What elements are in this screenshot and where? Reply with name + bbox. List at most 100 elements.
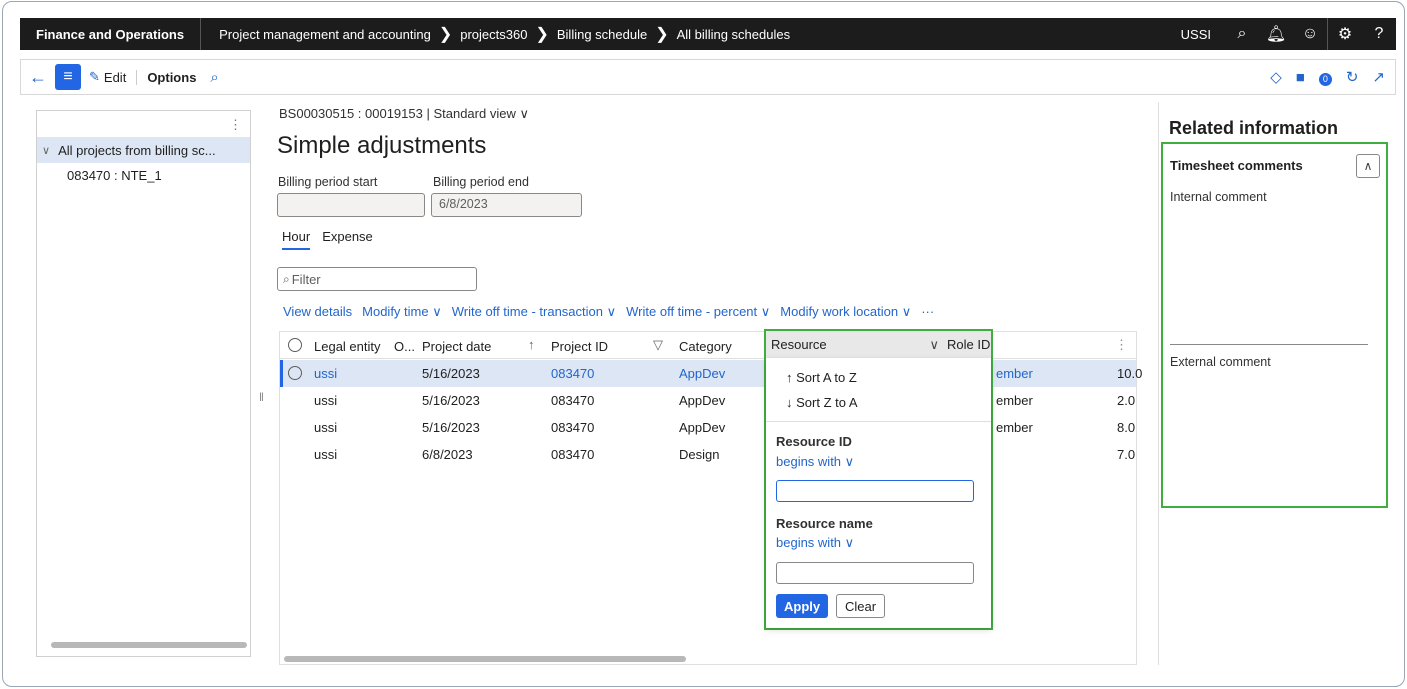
column-options-icon[interactable]: ⋮ [1115, 337, 1128, 353]
cell-legal-entity[interactable]: ussi [314, 366, 337, 381]
edit-label: Edit [103, 69, 127, 85]
action-search-icon[interactable]: ⌕ [210, 69, 218, 86]
sort-a-to-z-option[interactable]: ↑ Sort A to Z [786, 370, 857, 385]
timesheet-comments-header[interactable]: Timesheet comments [1170, 158, 1303, 173]
table-row[interactable]: ussi 5/16/2023 083470 AppDev ember 10.0 [280, 360, 1142, 387]
resource-column-header[interactable]: Resource ∨ Role ID [766, 331, 991, 358]
arrow-up-icon: ↑ [786, 370, 793, 385]
refresh-icon[interactable]: ↻ [1346, 68, 1359, 86]
table-row[interactable]: ussi 5/16/2023 083470 AppDev ember 8.0 [280, 414, 1136, 441]
gear-icon[interactable]: ⚙ [1328, 24, 1362, 44]
chevron-down-icon[interactable]: ∨ [519, 106, 529, 121]
breadcrumb-item[interactable]: All billing schedules [677, 27, 790, 42]
write-off-transaction-button[interactable]: Write off time - transaction ∨ [452, 304, 616, 320]
grid-header-row: Legal entity O... Project date ↑ Project… [280, 332, 1136, 359]
tab-hour[interactable]: Hour [282, 229, 311, 250]
options-button[interactable]: Options [136, 69, 196, 85]
cell-role-id[interactable]: ember [996, 366, 1033, 381]
billing-start-field[interactable] [277, 193, 425, 217]
sort-z-to-a-option[interactable]: ↓ Sort Z to A [786, 395, 858, 410]
column-header-project-date[interactable]: Project date [422, 339, 491, 354]
attachments-icon[interactable]: 0 [1318, 69, 1332, 86]
view-details-button[interactable]: View details [283, 304, 352, 320]
cell-quantity: 2.0 [1117, 393, 1136, 408]
breadcrumb-separator-icon: ❯ [535, 26, 549, 43]
horizontal-scrollbar[interactable] [51, 642, 247, 648]
column-header-category[interactable]: Category [679, 339, 732, 354]
cell-project-date: 5/16/2023 [422, 366, 480, 381]
action-right-tools: ◇ ■ 0 ↻ ↗ [1270, 68, 1385, 87]
filter-placeholder: Filter [291, 271, 321, 287]
bell-icon[interactable]: 🔔︎ [1259, 24, 1293, 44]
hamburger-menu-icon[interactable]: ≡ [55, 64, 81, 90]
external-comment-label: External comment [1170, 355, 1271, 369]
search-icon[interactable]: ⌕ [1225, 25, 1259, 43]
help-icon[interactable]: ? [1362, 25, 1396, 43]
chevron-down-icon: ∨ [844, 535, 855, 550]
apply-button[interactable]: Apply [776, 594, 829, 618]
billing-end-field[interactable]: 6/8/2023 [431, 193, 582, 217]
action-pane: ← ≡ ✎ Edit Options ⌕ ◇ ■ 0 ↻ ↗ [20, 59, 1396, 95]
breadcrumb-item[interactable]: projects360 [460, 27, 527, 42]
breadcrumb-item[interactable]: Billing schedule [557, 27, 647, 42]
resource-id-input[interactable] [776, 480, 974, 502]
column-header-role-id[interactable]: Role ID [947, 337, 990, 352]
tree-child-item[interactable]: 083470 : NTE_1 [67, 168, 162, 183]
more-options-icon[interactable]: ⋮ [229, 117, 242, 133]
filter-funnel-icon: ▽ [653, 337, 663, 352]
clear-button[interactable]: Clear [836, 594, 886, 618]
related-information-pane: Related information Timesheet comments ∧… [1158, 102, 1393, 665]
diamond-icon[interactable]: ◇ [1270, 68, 1282, 86]
write-off-percent-button[interactable]: Write off time - percent ∨ [626, 304, 770, 320]
chevron-down-icon: ∨ [844, 454, 855, 469]
edit-button[interactable]: ✎ Edit [89, 69, 126, 85]
window-frame: Finance and Operations Project managemen… [2, 1, 1405, 687]
chevron-down-icon[interactable]: ∨ [42, 144, 50, 157]
grid-filter-input[interactable]: ⌕ Filter [277, 267, 477, 291]
column-header-o[interactable]: O... [394, 339, 415, 354]
cell-project-id: 083470 [551, 393, 595, 408]
cell-legal-entity: ussi [314, 393, 338, 408]
sort-a-to-z-label: Sort A to Z [796, 370, 857, 385]
cell-project-date: 5/16/2023 [422, 393, 480, 408]
cell-project-id[interactable]: 083470 [551, 366, 594, 381]
table-row[interactable]: ussi 5/16/2023 083470 AppDev ember 2.0 [280, 387, 1136, 414]
related-info-title: Related information [1169, 118, 1339, 138]
office-icon[interactable]: ■ [1296, 69, 1305, 86]
table-row[interactable]: ussi 6/8/2023 083470 Design 7.0 [280, 441, 1136, 468]
tree-root-label: All projects from billing sc... [58, 142, 216, 158]
smiley-icon[interactable]: ☺ [1293, 25, 1327, 43]
chevron-down-icon[interactable]: ∨ [929, 337, 939, 353]
cell-category[interactable]: AppDev [679, 366, 725, 381]
pane-splitter-icon[interactable]: ‖ [259, 390, 264, 404]
collapse-chevron-up-icon[interactable]: ∧ [1356, 154, 1380, 178]
app-name[interactable]: Finance and Operations [20, 18, 202, 50]
row-select-radio[interactable] [288, 366, 302, 380]
resource-id-operator[interactable]: begins with ∨ [776, 454, 854, 470]
resource-id-label: Resource ID [776, 434, 852, 449]
modify-time-button[interactable]: Modify time ∨ [362, 304, 442, 320]
modify-work-location-label: Modify work location [780, 304, 899, 319]
select-all-radio[interactable] [288, 338, 302, 352]
tree-root-item[interactable]: ∨ All projects from billing sc... [37, 137, 250, 163]
internal-comment-label: Internal comment [1170, 190, 1267, 204]
record-identifier[interactable]: BS00030515 : 00019153 | Standard view ∨ [279, 106, 529, 122]
modify-work-location-button[interactable]: Modify work location ∨ [780, 304, 911, 320]
column-header-legal-entity[interactable]: Legal entity [314, 339, 381, 354]
cell-project-date: 5/16/2023 [422, 420, 480, 435]
horizontal-scrollbar[interactable] [284, 656, 686, 662]
column-header-project-id[interactable]: Project ID [551, 339, 608, 354]
cell-category: AppDev [679, 393, 726, 408]
tab-expense[interactable]: Expense [322, 229, 373, 250]
cell-project-id: 083470 [551, 420, 595, 435]
breadcrumb-item[interactable]: Project management and accounting [219, 27, 431, 42]
navigation-tree-pane: ⋮ ∨ All projects from billing sc... 0834… [36, 110, 251, 657]
back-arrow-icon[interactable]: ← [21, 67, 55, 88]
attachments-badge: 0 [1318, 72, 1332, 86]
record-line-text: BS00030515 : 00019153 | Standard view [279, 106, 516, 121]
more-actions-button[interactable]: ··· [921, 304, 934, 320]
open-new-window-icon[interactable]: ↗ [1372, 68, 1385, 86]
company-picker[interactable]: USSI [1167, 27, 1225, 42]
resource-name-input[interactable] [776, 562, 974, 584]
resource-name-operator[interactable]: begins with ∨ [776, 535, 854, 551]
